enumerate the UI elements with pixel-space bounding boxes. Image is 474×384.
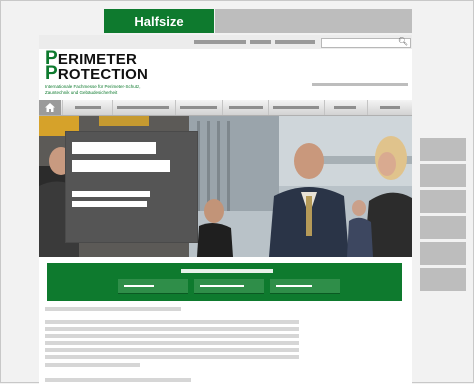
- text-line: [45, 327, 299, 331]
- cta-button[interactable]: [194, 279, 264, 294]
- text-line: [45, 307, 181, 311]
- hero-subline: [72, 191, 150, 197]
- text-line: [45, 355, 299, 359]
- home-icon: [45, 103, 55, 112]
- header-placeholder-line: [312, 83, 408, 86]
- utility-link[interactable]: [250, 40, 271, 44]
- text-line: [45, 363, 140, 367]
- logo-text: ROTECTION: [57, 66, 149, 83]
- hero-text-overlay: [66, 132, 197, 242]
- side-button[interactable]: [420, 216, 466, 239]
- side-button[interactable]: [420, 164, 466, 187]
- tab-placeholder[interactable]: [215, 9, 412, 33]
- hero-subline: [72, 201, 147, 207]
- text-line: [45, 320, 299, 324]
- logo-line-2: PROTECTION: [45, 64, 165, 83]
- utility-link[interactable]: [194, 40, 246, 44]
- logo[interactable]: PERIMETER PROTECTION Internationale Fach…: [45, 49, 165, 96]
- search-input[interactable]: 🔍︎: [321, 37, 411, 48]
- website-preview: 🔍︎ PERIMETER PROTECTION Internationale F…: [39, 35, 412, 384]
- nav-item[interactable]: [268, 100, 324, 115]
- text-line: [45, 348, 299, 352]
- main-nav: [39, 100, 412, 116]
- utility-bar: 🔍︎: [39, 35, 412, 49]
- cta-title: [181, 269, 273, 273]
- nav-item[interactable]: [222, 100, 268, 115]
- side-button[interactable]: [420, 268, 466, 291]
- side-button[interactable]: [420, 190, 466, 213]
- cta-button[interactable]: [270, 279, 340, 294]
- nav-item[interactable]: [175, 100, 222, 115]
- nav-item[interactable]: [112, 100, 175, 115]
- hero-image: [39, 116, 412, 257]
- search-icon[interactable]: 🔍︎: [398, 37, 408, 46]
- side-button[interactable]: [420, 242, 466, 265]
- cta-button[interactable]: [118, 279, 188, 294]
- text-line: [45, 341, 299, 345]
- hero-headline-line: [72, 160, 170, 172]
- logo-tagline: Internationale Fachmesse für Perimeter-S…: [45, 84, 141, 95]
- nav-item[interactable]: [367, 100, 412, 115]
- nav-item[interactable]: [62, 100, 112, 115]
- text-line: [45, 378, 191, 382]
- nav-home[interactable]: [39, 100, 61, 115]
- utility-link[interactable]: [275, 40, 315, 44]
- hero-headline-line: [72, 142, 156, 154]
- logo-initial: P: [45, 63, 58, 84]
- logo-line-1: PERIMETER: [45, 49, 165, 68]
- cta-box: [47, 263, 402, 301]
- tab-halfsize[interactable]: Halfsize: [104, 9, 214, 33]
- nav-item[interactable]: [324, 100, 367, 115]
- preview-frame: Halfsize 🔍︎ PERIMETER PROTECTION Interna…: [0, 0, 474, 384]
- text-line: [45, 334, 299, 338]
- side-button[interactable]: [420, 138, 466, 161]
